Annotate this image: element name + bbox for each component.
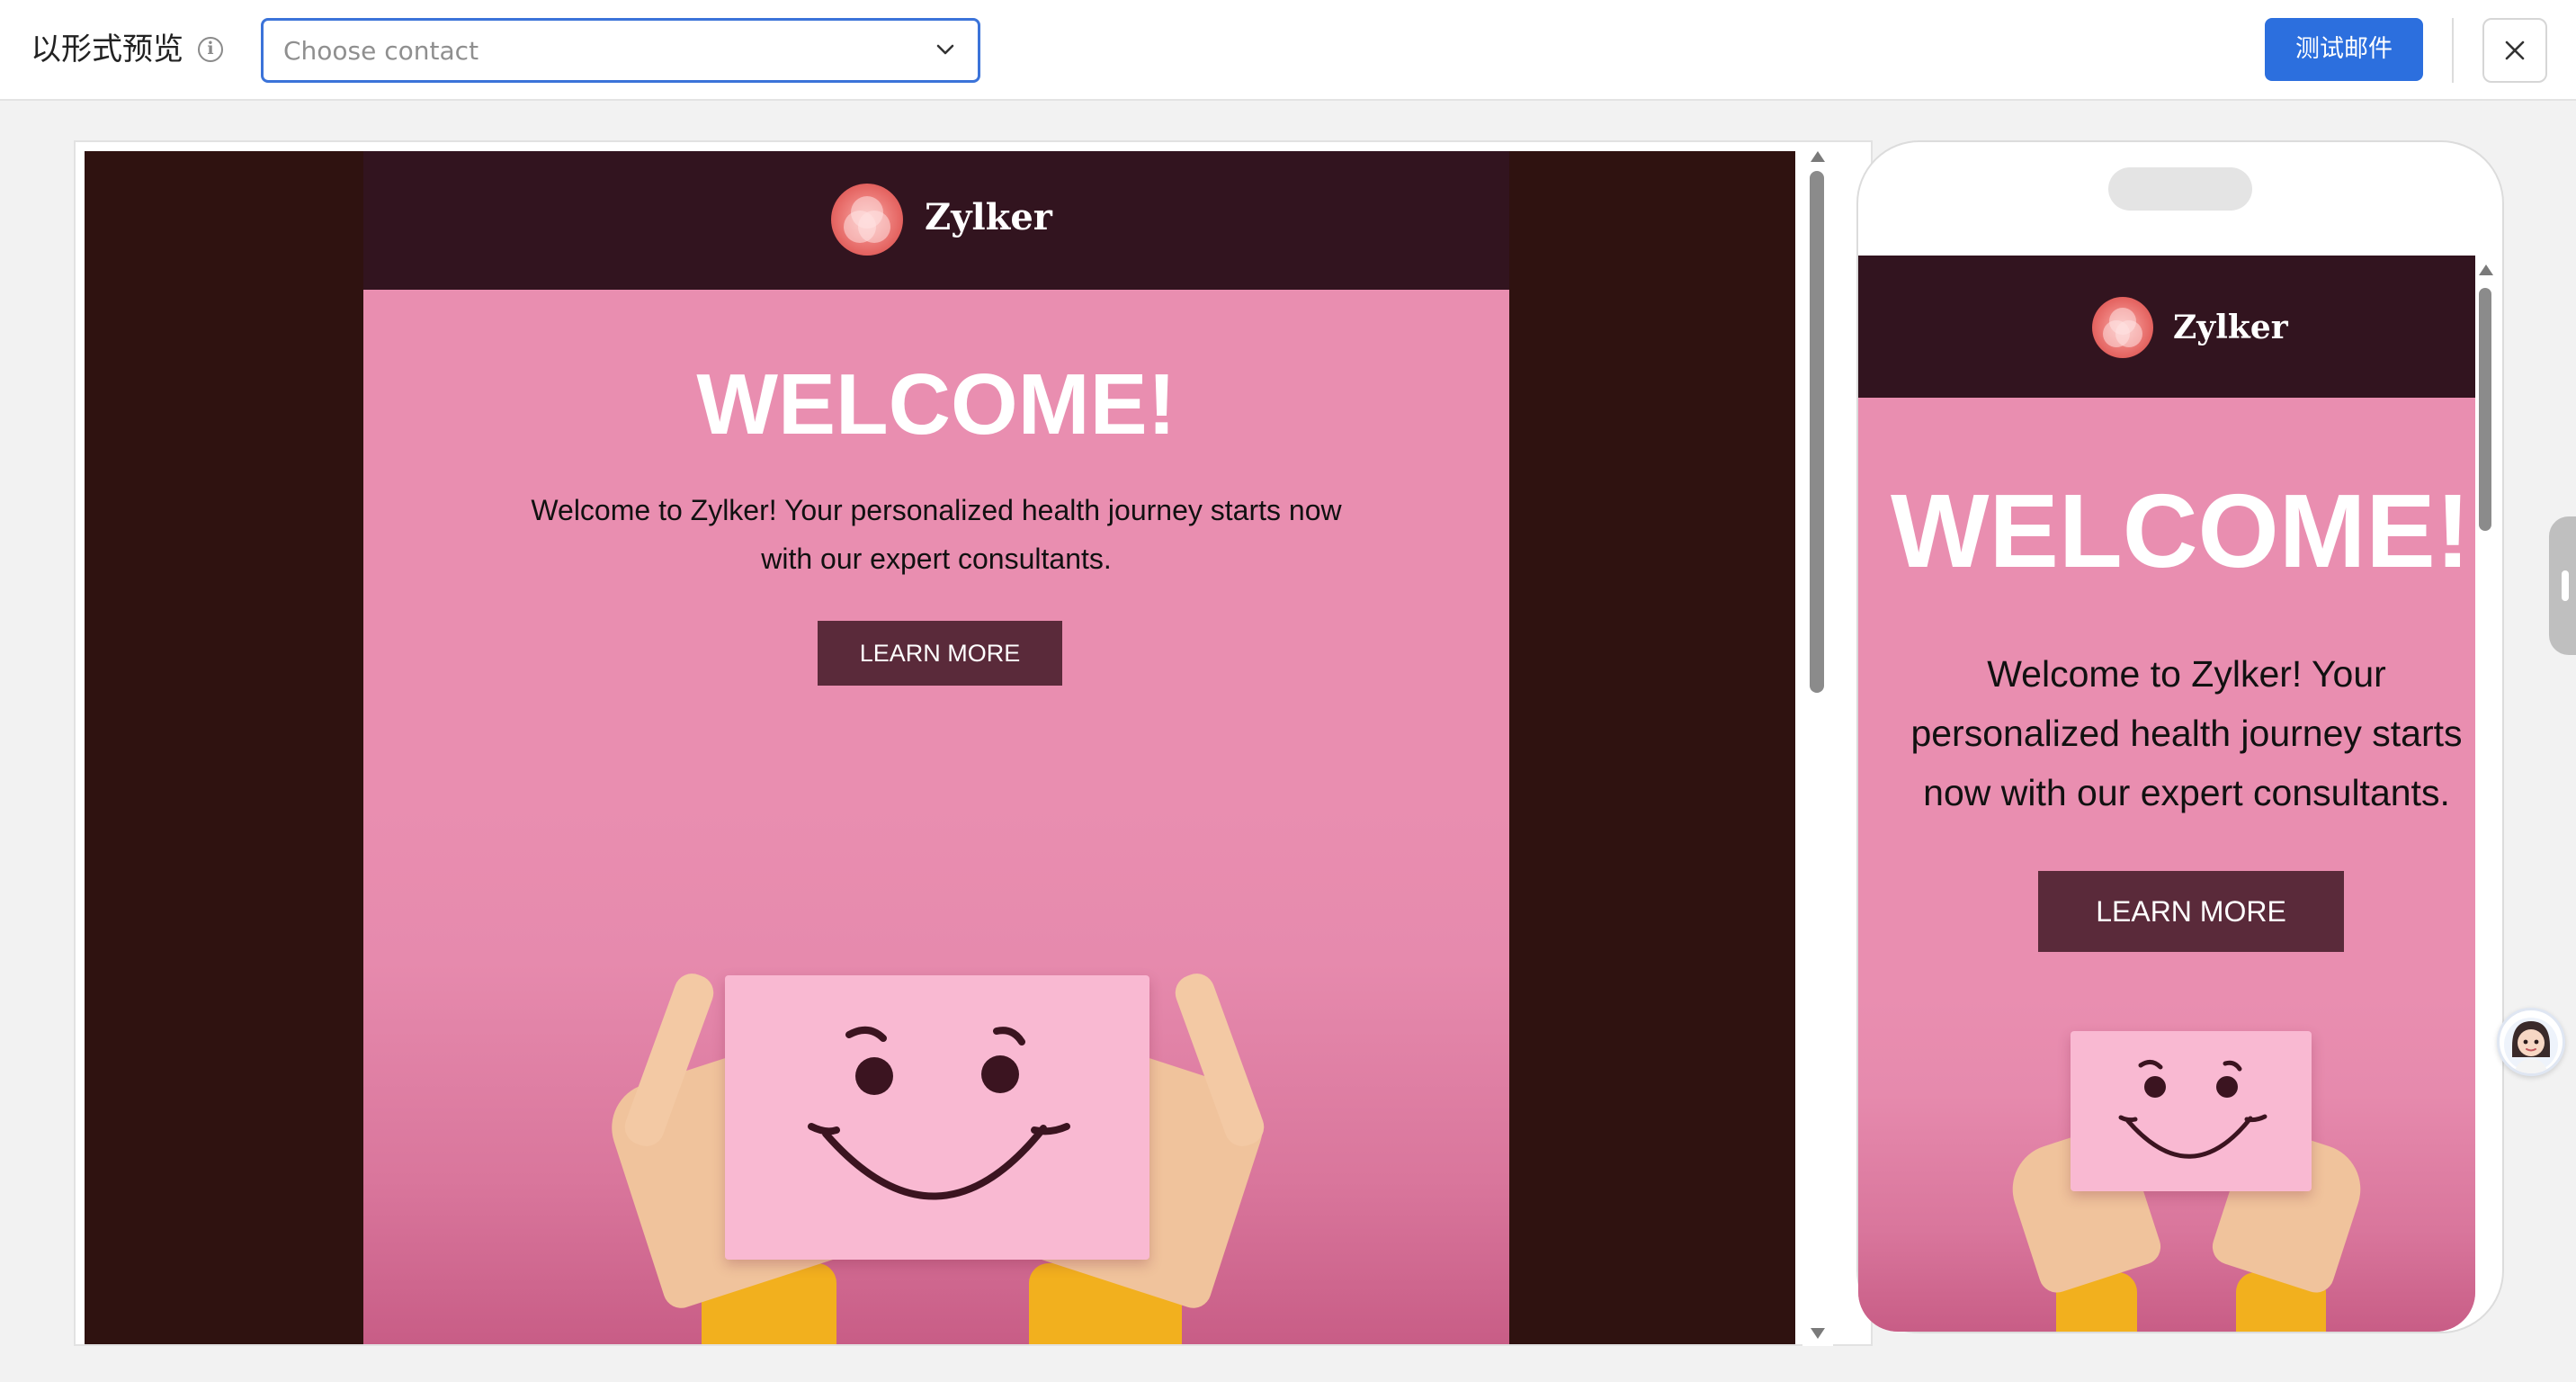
top-bar: 以形式预览 i Choose contact 测试邮件 xyxy=(0,0,2576,101)
mobile-email-header: Zylker xyxy=(1858,256,2475,398)
scroll-up-icon[interactable] xyxy=(1811,151,1825,162)
divider xyxy=(2452,18,2454,83)
mobile-welcome-heading: WELCOME! xyxy=(1891,472,2471,589)
welcome-text: Welcome to Zylker! Your personalized hea… xyxy=(531,494,1342,575)
mobile-scrollbar-thumb[interactable] xyxy=(2479,288,2491,531)
side-panel-handle[interactable] xyxy=(2549,516,2576,655)
smiley-face-icon xyxy=(808,1026,1070,1200)
desktop-preview: Zylker WELCOME! Welcome to Zylker! Your … xyxy=(85,151,1795,1344)
contact-select-placeholder: Choose contact xyxy=(283,36,479,66)
desktop-scrollbar[interactable] xyxy=(1802,144,1833,1346)
email-header: Zylker xyxy=(363,151,1509,290)
test-email-button[interactable]: 测试邮件 xyxy=(2265,18,2423,81)
mobile-welcome-text: Welcome to Zylker! Your personalized hea… xyxy=(1910,653,2463,813)
scrollbar-thumb[interactable] xyxy=(1810,171,1824,693)
mobile-brand-name: Zylker xyxy=(2173,309,2288,346)
close-button[interactable] xyxy=(2482,18,2547,83)
brand-name: Zylker xyxy=(925,196,1052,238)
mobile-smiley-card xyxy=(2071,1031,2312,1191)
page-title: 以形式预览 xyxy=(31,31,183,67)
learn-more-button[interactable]: LEARN MORE xyxy=(818,621,1062,686)
smiley-face-icon xyxy=(2118,1060,2267,1159)
close-icon xyxy=(2505,40,2525,60)
welcome-heading: WELCOME! xyxy=(696,356,1176,453)
contact-select[interactable]: Choose contact xyxy=(261,18,980,83)
scroll-down-icon[interactable] xyxy=(1811,1328,1825,1339)
phone-notch xyxy=(2108,167,2252,211)
mobile-scrollbar[interactable] xyxy=(2473,261,2499,1332)
mobile-learn-more-button[interactable]: LEARN MORE xyxy=(2038,871,2344,952)
assistant-avatar-icon[interactable] xyxy=(2497,1008,2565,1076)
email-body: Zylker WELCOME! Welcome to Zylker! Your … xyxy=(363,151,1509,1344)
mobile-hero-image xyxy=(1858,993,2475,1332)
mobile-preview: Zylker WELCOME! Welcome to Zylker! Your … xyxy=(1858,256,2475,1332)
zylker-logo-icon xyxy=(2092,297,2153,358)
chevron-down-icon xyxy=(936,44,954,55)
info-icon[interactable]: i xyxy=(198,37,223,62)
scroll-up-icon[interactable] xyxy=(2479,265,2493,275)
hero-image xyxy=(363,799,1509,1344)
zylker-logo-icon xyxy=(831,184,903,256)
smiley-card xyxy=(725,975,1149,1260)
